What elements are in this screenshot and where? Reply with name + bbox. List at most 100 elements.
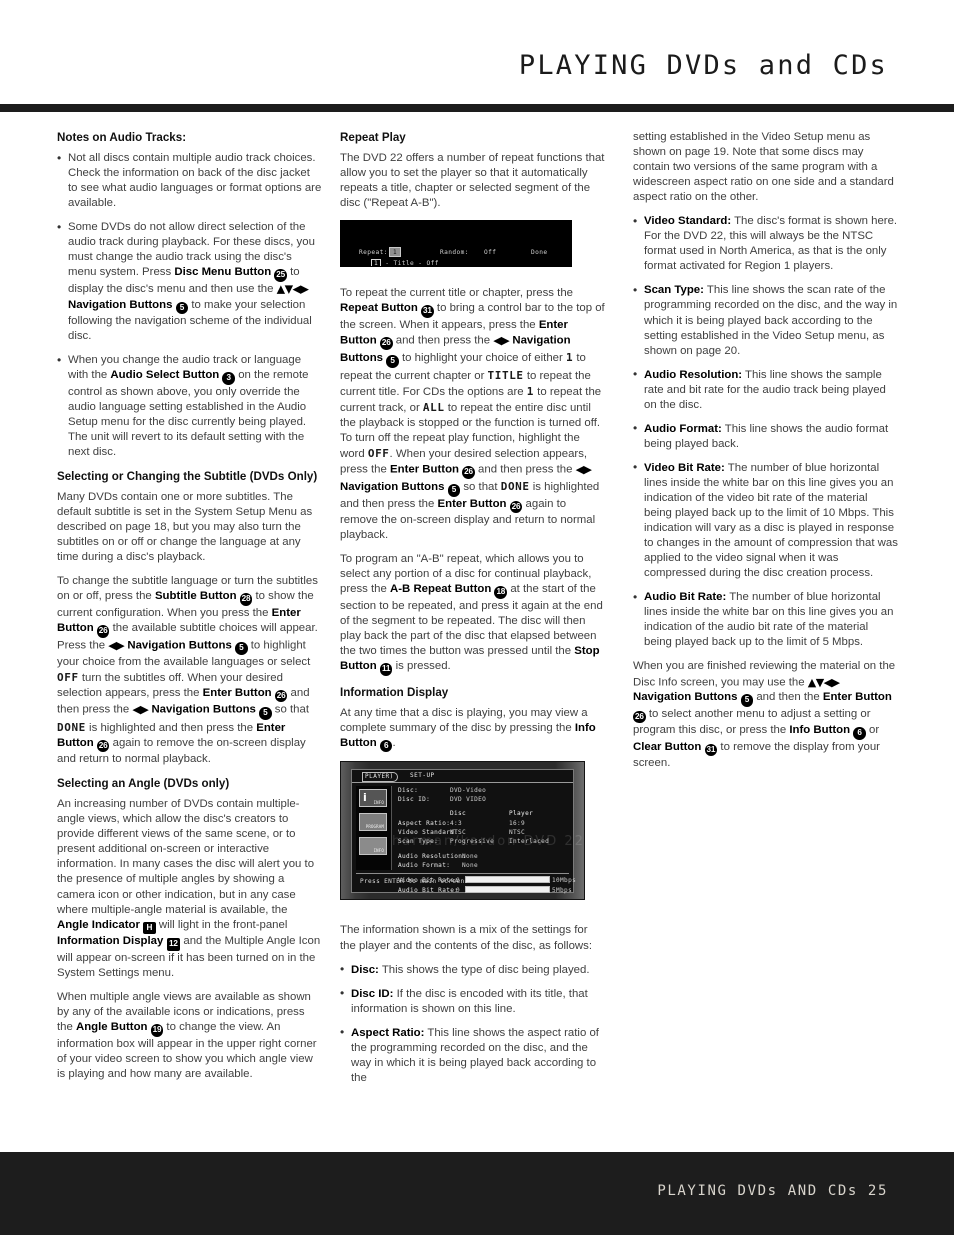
osd-value-disc: DVD-Video [450,787,487,795]
badge-26: 26 [96,625,110,638]
list-item: Aspect Ratio: This line shows the aspect… [340,1025,605,1086]
field-label-scan-type: Scan Type: [644,284,704,297]
text: so that [271,703,309,716]
text: and then the [753,691,823,704]
tab-player[interactable]: PLAYER) [362,771,398,782]
osd-subline-chip: 1 [371,259,382,267]
left-right-arrows-icon: ◀▶ [132,703,149,717]
navigation-buttons-label: Navigation Buttons [340,480,445,493]
text: To repeat the current title or chapter, … [340,287,574,300]
badge-31: 31 [704,743,718,757]
osd-label-random: Random: [440,249,469,257]
repeat-button-label: Repeat Button [340,302,418,315]
osd-footer-bar: Press ENTER to main screen. [356,873,569,890]
paragraph-info-summary: The information shown is a mix of the se… [340,924,593,952]
list-item: Audio Resolution: This line shows the sa… [633,367,898,413]
osd-value-audio-resolution: None [462,853,479,861]
badge-25: 25 [274,269,287,282]
program-icon[interactable]: PROGRAM [359,813,387,832]
osd-repeat-subline: 1 - Title - Off [371,259,439,267]
badge-5: 5 [740,694,754,707]
ab-repeat-button-label: A-B Repeat Button [390,583,492,596]
text: and then press the [392,334,494,347]
text: When you are finished reviewing the mate… [633,660,896,688]
text: is pressed. [392,660,451,673]
heading-information-display: Information Display [340,685,449,699]
osd-tab-bar: PLAYER) SET-UP [352,770,573,784]
select-icon[interactable]: INFO [359,837,387,856]
paragraph-finish-review: When you are finished reviewing the mate… [633,659,898,771]
badge-h: H [143,921,156,935]
bullet-text: on the remote control as shown above, yo… [68,369,309,459]
navigation-arrows-icon: ▲▼◀▶ [276,282,309,296]
text: so that [460,480,501,493]
content-columns: Notes on Audio Tracks: Not all discs con… [0,130,954,1135]
list-item: Video Standard: The disc's format is sho… [633,214,898,274]
enter-button-label: Enter Button [437,497,507,510]
page-header: PLAYING DVDs and CDs [0,0,954,112]
badge-19: 19 [150,1024,164,1037]
badge-26: 26 [509,500,523,514]
field-label-video-standard: Video Standard: [644,215,732,228]
paragraph-angle-intro: An increasing number of DVDs contain mul… [57,797,322,981]
text: An increasing number of DVDs contain mul… [57,798,315,916]
badge-3: 3 [222,372,236,385]
paragraph-angle-use: When multiple angle views are available … [57,990,322,1082]
osd-disc-info-screen: PLAYER) SET-UP harman/kardon DVD 22 i INF… [340,761,585,901]
osd-label-audio-format: Audio Format: [398,862,451,870]
osd-value-all: ALL [422,400,445,414]
header-rule [0,104,954,112]
osd-value-title: TITLE [487,368,524,382]
badge-28: 28 [239,593,253,606]
paragraph-repeat-intro: The DVD 22 offers a number of repeat fun… [340,152,605,210]
badge-5: 5 [386,355,399,368]
field-label-audio-bit-rate: Audio Bit Rate: [644,591,727,604]
left-right-arrows-icon: ◀▶ [493,333,510,347]
osd-label-scan-type: Scan Type: [398,838,439,846]
badge-26: 26 [379,337,393,351]
field-label-aspect-ratio: Aspect Ratio: [351,1026,425,1039]
enter-button-label: Enter Button [202,686,272,699]
osd-label-audio-resolution: Audio Resolution: [398,853,467,861]
bullet-text: Not all discs contain multiple audio tra… [68,152,322,210]
column-2: Repeat Play The DVD 22 offers a number o… [340,130,605,1095]
osd-repeat-control-bar: Repeat: 1 Random: Off Done 1 - Title - O… [340,220,572,268]
footer-text: PLAYING DVDs AND CDs 25 [657,1183,888,1199]
list-item: Scan Type: This line shows the scan rate… [633,283,898,358]
osd-value-done: DONE [57,720,86,734]
field-label-disc: Disc: [351,963,379,976]
disc-info-field-list: Disc: This shows the type of disc being … [340,962,605,1086]
osd-label-disc-id: Disc ID: [398,796,431,804]
clear-button-label: Clear Button [633,740,702,753]
text: or [865,724,880,737]
badge-31: 31 [421,305,434,318]
osd-colhdr-player: Player [509,810,534,818]
information-display-label: Information Display [57,935,164,948]
disc-menu-button-label: Disc Menu Button [174,266,272,279]
text: to highlight your choice of either [398,352,566,365]
paragraph-change-subtitle: To change the subtitle language or turn … [57,574,322,767]
heading-selecting-subtitle: Selecting or Changing the Subtitle (DVDs… [57,470,318,484]
badge-26: 26 [96,739,110,753]
text: At any time that a disc is playing, you … [340,706,588,734]
badge-6: 6 [853,727,866,740]
paragraph-subtitle-intro: Many DVDs contain one or more subtitles.… [57,491,313,564]
angle-button-label: Angle Button [76,1021,148,1033]
badge-11: 11 [379,663,393,676]
text: This shows the type of disc being played… [378,963,590,976]
list-item: Not all discs contain multiple audio tra… [57,151,322,211]
tab-setup[interactable]: SET-UP [410,772,435,779]
osd-panel: PLAYER) SET-UP harman/kardon DVD 22 i INF… [351,769,583,894]
list-item: Video Bit Rate: The number of blue horiz… [633,460,898,581]
osd-value-aspect-disc: 4:3 [450,820,463,828]
osd-value-audio-format: None [462,862,479,870]
osd-value-1: 1 [526,384,534,398]
text: . [392,736,396,749]
info-icon[interactable]: i INFO [359,789,387,808]
field-label-video-bit-rate: Video Bit Rate: [644,461,725,474]
navigation-buttons-label: Navigation Buttons [151,703,256,716]
text: will light in the front-panel [155,918,288,931]
list-item: Disc: This shows the type of disc being … [340,962,605,978]
osd-sidebar: i INFO PROGRAM INFO [356,786,392,871]
list-item: Audio Bit Rate: The number of blue horiz… [633,590,898,650]
